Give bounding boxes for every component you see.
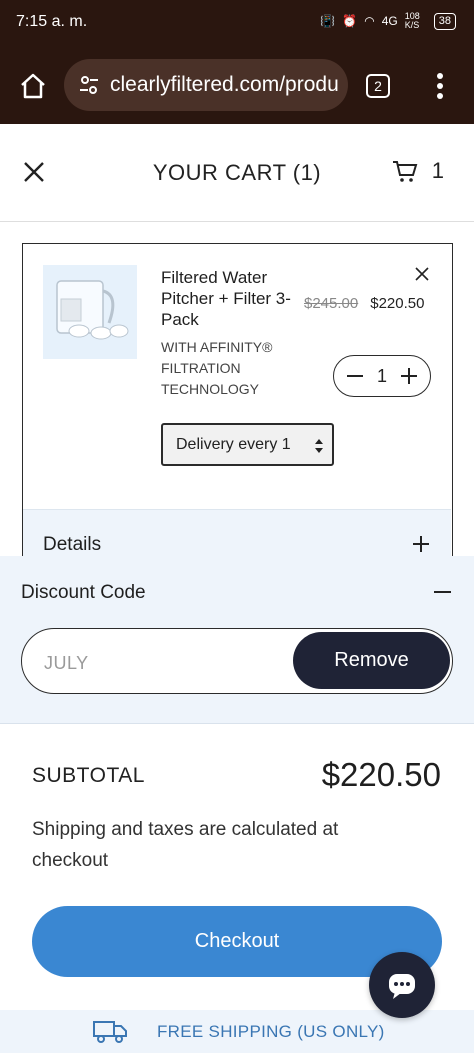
chat-icon <box>389 974 415 999</box>
shipping-note: Shipping and taxes are calculated at che… <box>32 819 339 871</box>
discount-code-value[interactable]: JULY <box>44 653 89 674</box>
minus-icon[interactable] <box>434 591 451 593</box>
wifi-icon: ◠ <box>364 14 375 28</box>
product-prices: $245.00 $220.50 <box>304 295 424 312</box>
sale-price: $220.50 <box>370 295 425 312</box>
alarm-icon: ⏰ <box>342 14 358 28</box>
quantity-stepper: 1 <box>333 355 431 397</box>
product-subtitle: WITH AFFINITY® FILTRATION TECHNOLOGY <box>161 339 273 397</box>
home-icon[interactable] <box>18 71 48 101</box>
cart-indicator[interactable]: 1 <box>392 158 444 184</box>
status-icons: 📳 ⏰ ◠ 4G 108 K/S 38 <box>320 12 456 30</box>
status-bar: 7:15 a. m. 📳 ⏰ ◠ 4G 108 K/S 38 <box>0 0 474 46</box>
product-image[interactable] <box>43 265 137 359</box>
tune-icon[interactable] <box>78 74 100 96</box>
browser-toolbar: clearlyfiltered.com/produ 2 <box>0 46 474 124</box>
delivery-frequency-value: Delivery every 1 <box>176 435 291 453</box>
minus-icon[interactable] <box>346 367 364 385</box>
original-price: $245.00 <box>304 295 359 312</box>
subtotal-label: SUBTOTAL <box>32 764 145 787</box>
net-speed: 108 K/S <box>404 11 420 30</box>
subtotal-value: $220.50 <box>321 756 441 793</box>
kebab-menu-icon[interactable] <box>436 72 444 100</box>
free-shipping-text: FREE SHIPPING (US ONLY) <box>157 1022 385 1041</box>
discount-section: Discount Code JULY Remove <box>0 556 474 724</box>
details-label: Details <box>43 534 102 555</box>
plus-icon[interactable] <box>400 367 418 385</box>
address-bar[interactable]: clearlyfiltered.com/produ <box>64 59 348 111</box>
select-arrows-icon <box>315 439 323 453</box>
vibrate-icon: 📳 <box>320 14 336 28</box>
cart-header: YOUR CART (1) 1 <box>0 124 474 222</box>
plus-icon[interactable] <box>412 535 430 553</box>
network-label: 4G <box>381 14 398 28</box>
pitcher-illustration <box>56 280 129 340</box>
product-name[interactable]: Filtered Water Pitcher + Filter 3-Pack <box>161 267 309 330</box>
cart-count: 1 <box>431 158 444 183</box>
chat-button[interactable] <box>369 952 435 1018</box>
delivery-frequency-select[interactable]: Delivery every 1 <box>161 423 334 466</box>
remove-discount-button[interactable]: Remove <box>293 632 450 689</box>
quantity-value[interactable]: 1 <box>377 366 387 387</box>
url-text: clearlyfiltered.com/produ <box>110 73 339 96</box>
remove-item-icon[interactable] <box>415 267 429 281</box>
status-time: 7:15 a. m. <box>16 13 88 30</box>
discount-label[interactable]: Discount Code <box>21 582 146 604</box>
truck-icon <box>93 1021 127 1043</box>
cart-item-card: Filtered Water Pitcher + Filter 3-Pack $… <box>22 243 453 564</box>
discount-code-field[interactable]: JULY Remove <box>21 628 453 694</box>
tabs-icon[interactable]: 2 <box>366 74 390 98</box>
battery-icon: 38 <box>433 12 456 30</box>
cart-icon <box>392 161 418 182</box>
